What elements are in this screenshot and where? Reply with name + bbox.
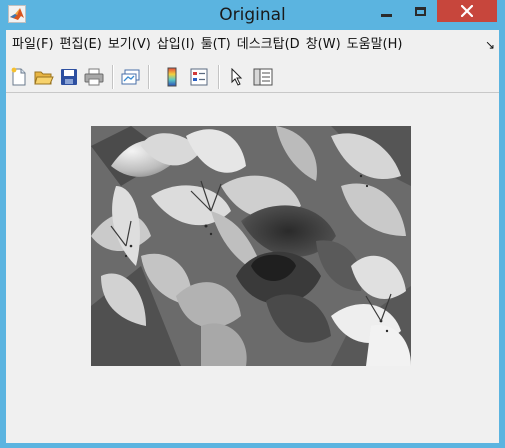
save-button[interactable] — [58, 66, 80, 88]
new-figure-button[interactable] — [8, 66, 30, 88]
property-inspector-icon — [253, 68, 273, 86]
new-figure-icon — [11, 67, 26, 86]
plot-tools-button[interactable] — [252, 66, 274, 88]
pointer-icon — [231, 68, 243, 86]
toolbar-separator — [148, 65, 149, 89]
figure-canvas[interactable] — [6, 94, 499, 443]
client-area: 파일(F) 편집(E) 보기(V) 삽입(I) 툴(T) 데스크탑(D 창(W)… — [6, 30, 499, 443]
figure-toolbar — [6, 61, 499, 93]
print-button[interactable] — [83, 66, 105, 88]
close-icon — [461, 5, 473, 17]
insert-colorbar-button[interactable] — [161, 66, 183, 88]
menu-overflow-button[interactable]: ↘ — [485, 38, 495, 52]
maximize-button[interactable] — [405, 0, 435, 22]
link-plot-icon — [121, 69, 140, 85]
minimize-icon — [380, 13, 392, 17]
minimize-button[interactable] — [371, 0, 401, 22]
maximize-icon — [414, 6, 426, 16]
legend-icon — [190, 68, 208, 86]
edit-plot-button[interactable] — [226, 66, 248, 88]
menu-desktop[interactable]: 데스크탑(D — [234, 34, 303, 56]
menu-help[interactable]: 도움말(H) — [344, 34, 406, 56]
save-icon — [61, 69, 77, 85]
title-bar[interactable]: Original — [0, 0, 505, 30]
link-plot-button[interactable] — [120, 66, 142, 88]
menu-insert[interactable]: 삽입(I) — [154, 34, 198, 56]
grayscale-flower-image — [91, 126, 411, 366]
print-icon — [84, 68, 104, 86]
figure-window: Original 파일(F) 편집(E) 보기(V) 삽입(I) 툴(T) 데스… — [0, 0, 505, 448]
close-button[interactable] — [437, 0, 497, 22]
open-file-button[interactable] — [33, 66, 55, 88]
menu-edit[interactable]: 편집(E) — [57, 34, 105, 56]
toolbar-separator — [218, 65, 219, 89]
menu-bar: 파일(F) 편집(E) 보기(V) 삽입(I) 툴(T) 데스크탑(D 창(W)… — [6, 30, 499, 60]
menu-tools[interactable]: 툴(T) — [198, 34, 234, 56]
open-file-icon — [34, 71, 54, 85]
toolbar-separator — [112, 65, 113, 89]
colorbar-icon — [167, 67, 177, 87]
menu-window[interactable]: 창(W) — [303, 34, 344, 56]
menu-view[interactable]: 보기(V) — [105, 34, 154, 56]
insert-legend-button[interactable] — [188, 66, 210, 88]
menu-file[interactable]: 파일(F) — [9, 34, 57, 56]
